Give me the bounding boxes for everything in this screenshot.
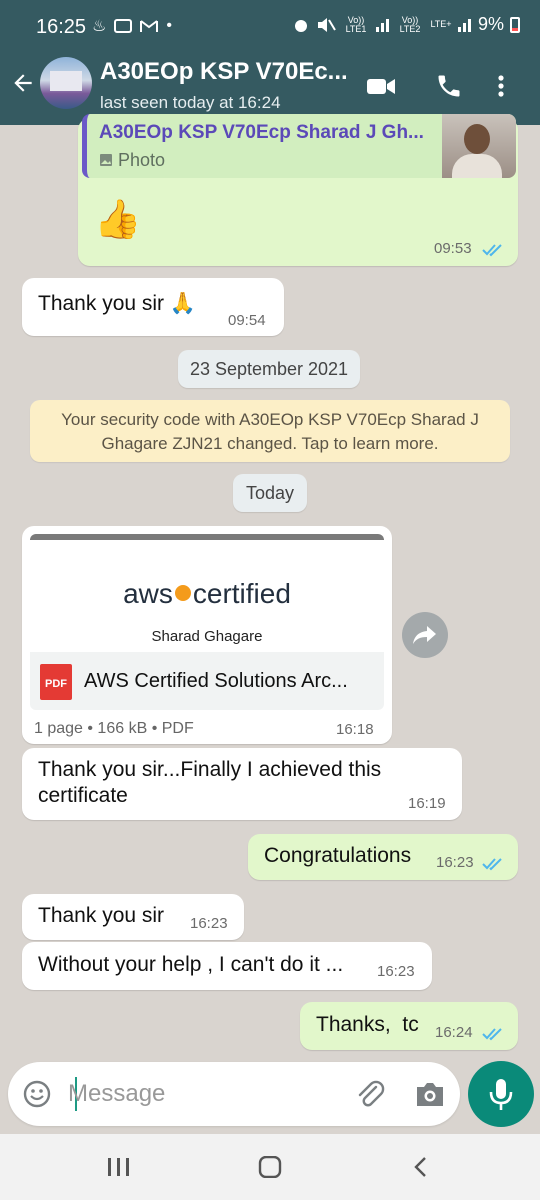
mute-icon xyxy=(317,17,336,32)
message-text: Thank you sir 🙏 xyxy=(38,292,197,315)
signal-icon xyxy=(457,18,471,32)
date-separator: Today xyxy=(233,474,307,512)
battery-percent: 9% xyxy=(477,14,504,34)
document-meta: 1 page • 166 kB • PDF xyxy=(34,720,194,737)
document-message[interactable]: aws certified Sharad Ghagare PDF AWS Cert… xyxy=(22,526,392,744)
quote-type-label: Photo xyxy=(118,150,166,170)
sim1-label: Vo)) LTE1 xyxy=(345,14,367,34)
more-vert-icon[interactable] xyxy=(494,72,508,100)
quote-type: Photo xyxy=(99,150,165,171)
document-preview[interactable]: aws certified Sharad Ghagare xyxy=(30,534,384,652)
notification-icon: ♨ xyxy=(92,18,107,35)
gmail-icon xyxy=(140,20,159,32)
message-bubble-outgoing[interactable]: Thanks, tc 16:24 xyxy=(300,1002,518,1050)
voice-call-icon[interactable] xyxy=(434,72,464,100)
message-bubble-incoming[interactable]: Thank you sir 16:23 xyxy=(22,894,244,940)
quote-thumbnail xyxy=(442,114,516,178)
system-nav-bar xyxy=(0,1134,540,1200)
message-composer xyxy=(8,1062,460,1126)
message-text: Thank you sir xyxy=(38,904,165,927)
message-input[interactable] xyxy=(68,1076,348,1112)
forward-button[interactable] xyxy=(402,612,448,658)
security-code-notice[interactable]: Your security code with A30EOp KSP V70Ec… xyxy=(30,400,510,462)
camera-icon[interactable] xyxy=(414,1079,446,1109)
last-seen: last seen today at 16:24 xyxy=(100,93,281,112)
mic-icon xyxy=(489,1079,513,1110)
attach-icon[interactable] xyxy=(354,1078,386,1110)
battery-icon xyxy=(510,16,520,33)
message-text: Thanks, tc xyxy=(316,1013,419,1036)
dot-icon: • xyxy=(166,17,172,34)
sim2-label: Vo)) LTE2 xyxy=(399,14,421,34)
signal-icon xyxy=(375,18,389,32)
caption-icon xyxy=(114,19,133,33)
double-tick-icon xyxy=(482,244,502,257)
aws-certified-logo: aws certified xyxy=(30,578,384,610)
thumbs-up-emoji: 👍 xyxy=(94,199,142,241)
message-text: Without your help , I can't do it ... xyxy=(38,953,344,976)
document-person-name: Sharad Ghagare xyxy=(151,628,263,645)
message-time: 16:19 xyxy=(408,795,446,812)
message-time: 16:23 xyxy=(377,963,415,980)
message-bubble-outgoing[interactable]: Congratulations 16:23 xyxy=(248,834,518,880)
document-info-row[interactable]: PDF AWS Certified Solutions Arc... xyxy=(30,652,384,710)
lte-label: LTE+ xyxy=(430,19,452,29)
message-time: 16:23 xyxy=(190,915,228,932)
back-arrow-icon[interactable] xyxy=(10,70,36,96)
status-notification-icons: ♨ • xyxy=(92,16,172,36)
message-time: 16:18 xyxy=(336,721,374,738)
double-tick-icon xyxy=(482,1028,502,1041)
alarm-icon xyxy=(294,19,307,32)
message-bubble-incoming[interactable]: Thank you sir...Finally I achieved this … xyxy=(22,748,462,820)
message-time: 16:24 xyxy=(435,1024,473,1041)
message-bubble-incoming[interactable]: Thank you sir 🙏 09:54 xyxy=(22,278,284,336)
quoted-message[interactable]: A30EOp KSP V70Ecp Sharad J Gh... Photo xyxy=(82,114,516,178)
chat-header: A30EOp KSP V70Ec... last seen today at 1… xyxy=(0,44,540,125)
video-call-icon[interactable] xyxy=(366,72,396,100)
double-tick-icon xyxy=(482,858,502,871)
status-right-icons: Vo)) LTE1 Vo)) LTE2 LTE+ 9% xyxy=(292,14,520,35)
mic-button[interactable] xyxy=(468,1061,534,1127)
emoji-icon[interactable] xyxy=(22,1079,52,1109)
contact-name[interactable]: A30EOp KSP V70Ec... xyxy=(100,58,348,86)
pdf-icon: PDF xyxy=(40,664,72,700)
recent-apps-icon[interactable] xyxy=(106,1156,132,1178)
message-bubble-outgoing[interactable]: A30EOp KSP V70Ecp Sharad J Gh... Photo 👍… xyxy=(78,114,518,266)
photo-icon xyxy=(100,154,112,166)
message-time: 09:53 xyxy=(434,240,472,257)
aws-logo-text: aws xyxy=(123,578,173,609)
message-text: Thank you sir...Finally I achieved this … xyxy=(38,758,382,807)
avatar[interactable] xyxy=(40,57,92,109)
message-time: 09:54 xyxy=(228,312,266,329)
certified-logo-text: certified xyxy=(192,578,291,609)
forward-icon xyxy=(413,626,436,644)
back-nav-icon[interactable] xyxy=(410,1156,432,1178)
home-icon[interactable] xyxy=(257,1156,283,1178)
document-title: AWS Certified Solutions Arc... xyxy=(84,670,348,692)
date-separator: 23 September 2021 xyxy=(178,350,360,388)
status-time: 16:25 xyxy=(36,16,87,38)
message-text: Congratulations xyxy=(264,844,412,867)
message-bubble-incoming[interactable]: Without your help , I can't do it ... 16… xyxy=(22,942,432,990)
message-time: 16:23 xyxy=(436,854,474,871)
quote-sender: A30EOp KSP V70Ecp Sharad J Gh... xyxy=(99,122,424,143)
